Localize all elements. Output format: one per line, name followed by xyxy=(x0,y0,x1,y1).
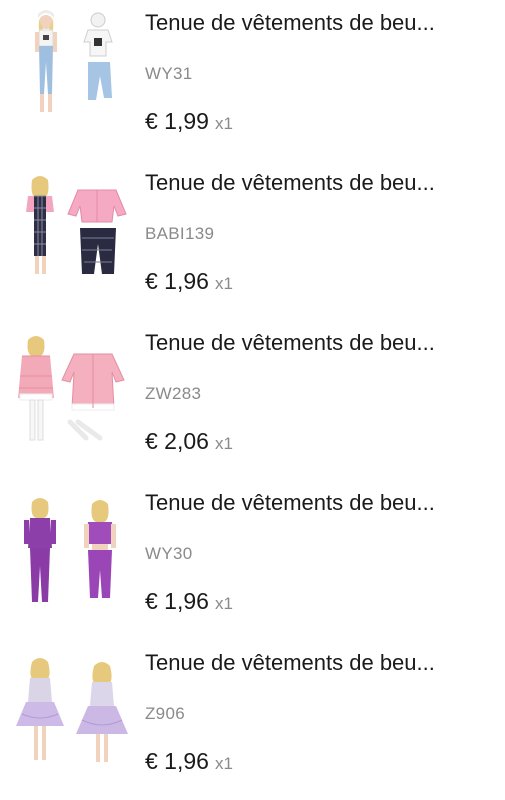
order-item[interactable]: Tenue de vêtements de beu... BABI139 € 1… xyxy=(0,160,505,320)
product-price: € 1,96 xyxy=(145,588,209,614)
product-image[interactable] xyxy=(8,646,134,772)
product-sku: WY30 xyxy=(145,544,193,563)
product-title[interactable]: Tenue de vêtements de beu... xyxy=(145,648,485,678)
order-item[interactable]: Tenue de vêtements de beu... ZW283 € 2,0… xyxy=(0,320,505,480)
product-image[interactable] xyxy=(8,6,134,132)
product-sku: WY31 xyxy=(145,64,193,83)
order-item[interactable]: Tenue de vêtements de beu... WY31 € 1,99… xyxy=(0,0,505,160)
price-row: € 1,96 x1 xyxy=(145,266,233,300)
doll-outfit-white-top-jeans-icon xyxy=(35,10,113,112)
order-item-list: Tenue de vêtements de beu... WY31 € 1,99… xyxy=(0,0,505,800)
product-quantity: x1 xyxy=(214,434,233,453)
order-item[interactable]: Tenue de vêtements de beu... WY30 € 1,96… xyxy=(0,480,505,640)
product-price: € 1,96 xyxy=(145,748,209,774)
price-row: € 1,96 x1 xyxy=(145,746,233,780)
product-image[interactable] xyxy=(8,166,134,292)
doll-outfit-pink-coat-icon xyxy=(18,336,125,441)
product-image[interactable] xyxy=(8,486,134,612)
price-row: € 2,06 x1 xyxy=(145,426,233,460)
product-sku: Z906 xyxy=(145,704,185,723)
product-price: € 1,96 xyxy=(145,268,209,294)
product-quantity: x1 xyxy=(214,114,233,133)
price-row: € 1,99 x1 xyxy=(145,106,233,140)
product-quantity: x1 xyxy=(214,594,233,613)
product-sku: ZW283 xyxy=(145,384,202,403)
product-quantity: x1 xyxy=(214,274,233,293)
product-title[interactable]: Tenue de vêtements de beu... xyxy=(145,488,485,518)
doll-outfit-pink-jacket-plaid-icon xyxy=(26,176,127,274)
product-title[interactable]: Tenue de vêtements de beu... xyxy=(145,328,485,358)
product-sku: BABI139 xyxy=(145,224,215,243)
product-title[interactable]: Tenue de vêtements de beu... xyxy=(145,8,485,38)
product-price: € 1,99 xyxy=(145,108,209,134)
price-row: € 1,96 x1 xyxy=(145,586,233,620)
product-price: € 2,06 xyxy=(145,428,209,454)
doll-outfit-purple-tracksuit-icon xyxy=(24,498,116,602)
doll-outfit-lilac-dress-icon xyxy=(16,658,128,762)
product-quantity: x1 xyxy=(214,754,233,773)
product-image[interactable] xyxy=(8,326,134,452)
order-item[interactable]: Tenue de vêtements de beu... Z906 € 1,96… xyxy=(0,640,505,800)
product-title[interactable]: Tenue de vêtements de beu... xyxy=(145,168,485,198)
